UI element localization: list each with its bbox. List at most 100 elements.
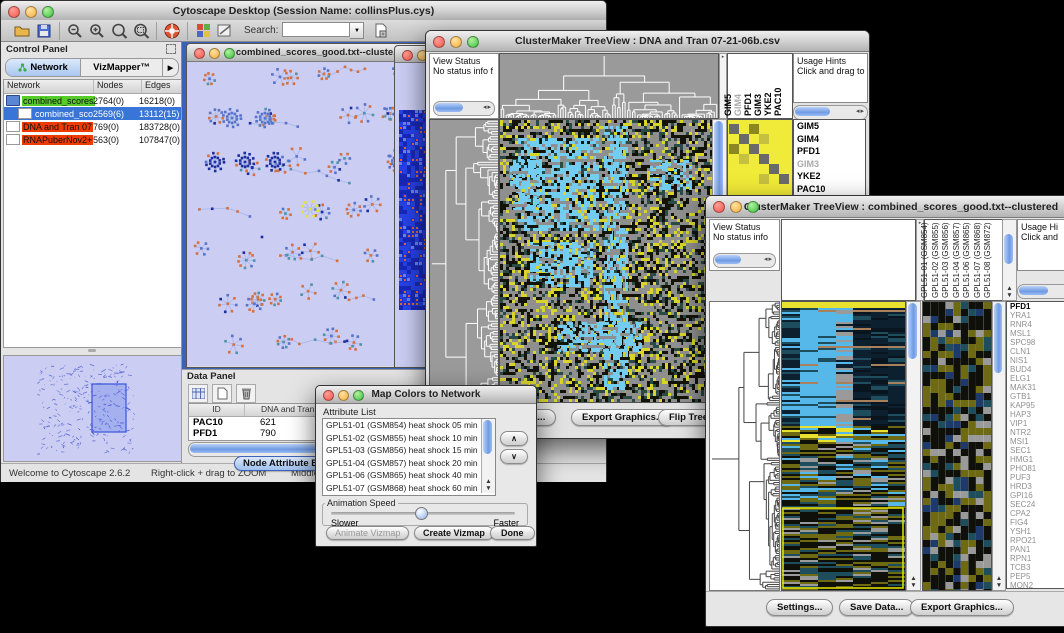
attribute-list-item[interactable]: GPL51-07 (GSM868) heat shock 60 min (323, 482, 495, 495)
zoom-selected-icon[interactable] (130, 21, 152, 41)
zoom-button[interactable] (467, 36, 479, 48)
mini-row-label[interactable]: GIM5 (797, 120, 865, 133)
gene-label[interactable]: FIG4 (1010, 518, 1064, 527)
row-dendrogram-2[interactable] (709, 301, 780, 591)
column-label[interactable]: GPL51-02 (GSM855) (931, 222, 940, 298)
mini-row-label[interactable]: GIM4 (797, 133, 865, 146)
column-labels-vscrollbar[interactable]: ▲▼ (1002, 219, 1017, 301)
gene-label[interactable]: PEP5 (1010, 572, 1064, 581)
column-label[interactable]: GPL51-08 (GSM872) (983, 222, 992, 298)
close-button[interactable] (194, 48, 205, 59)
heatmap-zoom-2[interactable] (922, 301, 992, 591)
column-label[interactable]: PAC10 (773, 88, 783, 116)
zoom-button[interactable] (224, 48, 235, 59)
open-file-icon[interactable] (11, 21, 33, 41)
tab-network[interactable]: Network (6, 59, 81, 76)
zoom-fit-icon[interactable] (108, 21, 130, 41)
gene-label[interactable]: HMG1 (1010, 455, 1064, 464)
gene-label[interactable]: HAP3 (1010, 410, 1064, 419)
search-input[interactable] (282, 22, 350, 37)
network-overview[interactable] (3, 355, 182, 462)
treeview1-titlebar[interactable]: ClusterMaker TreeView : DNA and Tran 07-… (426, 31, 869, 52)
animate-vizmap-button[interactable]: Animate Vizmap (326, 526, 409, 540)
close-button[interactable] (433, 36, 445, 48)
gene-label[interactable]: PFD1 (1010, 302, 1064, 311)
attribute-list-vscrollbar[interactable]: ▲▼ (481, 419, 495, 493)
gene-label[interactable]: YRA1 (1010, 311, 1064, 320)
dialog-titlebar[interactable]: Map Colors to Network (316, 386, 536, 404)
gene-label[interactable]: MON2 (1010, 581, 1064, 589)
gene-label[interactable]: GTB1 (1010, 392, 1064, 401)
gene-label[interactable]: CLN1 (1010, 347, 1064, 356)
labels-hscrollbar[interactable]: ◂▸ (793, 105, 868, 120)
mini-row-label[interactable]: YKE2 (797, 170, 865, 183)
gene-label[interactable]: CPA2 (1010, 509, 1064, 518)
treeview2-titlebar[interactable]: ClusterMaker TreeView : combined_scores_… (706, 196, 1064, 218)
column-dendrogram[interactable] (499, 53, 719, 119)
create-vizmap-button[interactable]: Create Vizmap (414, 526, 494, 540)
gene-label[interactable]: MSI1 (1010, 437, 1064, 446)
heatmap-global[interactable] (499, 119, 713, 403)
attribute-list-item[interactable]: GPL51-01 (GSM854) heat shock 05 min (323, 419, 495, 432)
mini-row-label[interactable]: PFD1 (797, 145, 865, 158)
network-list-row[interactable]: DNA and Tran 07769(0)183728(0) (4, 120, 181, 133)
mini-row-label[interactable]: GIM3 (797, 158, 865, 171)
row-dendrogram[interactable] (429, 119, 499, 403)
close-button[interactable] (713, 201, 725, 213)
minimize-button[interactable] (730, 201, 742, 213)
minimize-button[interactable] (338, 390, 349, 401)
settings-button[interactable]: Settings... (766, 599, 833, 616)
mini-heatmap[interactable] (727, 119, 793, 199)
minimize-button[interactable] (25, 6, 37, 18)
minimize-button[interactable] (209, 48, 220, 59)
gene-label[interactable]: PAN1 (1010, 545, 1064, 554)
mini-row-label[interactable]: PAC10 (797, 183, 865, 196)
attribute-file-icon[interactable] (370, 21, 392, 41)
help-lifering-icon[interactable] (161, 21, 183, 41)
view-status-hscrollbar[interactable]: ◂▸ (433, 101, 495, 116)
heatmap-global-2[interactable] (781, 301, 906, 591)
gene-label[interactable]: RPN1 (1010, 554, 1064, 563)
attribute-list-item[interactable]: GPL51-04 (GSM857) heat shock 20 min (323, 457, 495, 470)
tab-more-arrow[interactable]: ▶ (163, 59, 178, 76)
column-label[interactable]: GIM4 (733, 94, 743, 116)
close-button[interactable] (8, 6, 20, 18)
gene-label[interactable]: TCB3 (1010, 563, 1064, 572)
gene-label[interactable]: PUF3 (1010, 473, 1064, 482)
zoom-vscrollbar-2[interactable]: ▲▼ (992, 301, 1006, 591)
id-column-header[interactable]: ID (189, 404, 245, 416)
vizmapper-icon[interactable] (192, 21, 214, 41)
zoom-button[interactable] (353, 390, 364, 401)
save-data-button[interactable]: Save Data... (839, 599, 914, 616)
close-button[interactable] (323, 390, 334, 401)
close-button[interactable] (402, 50, 413, 61)
gene-label[interactable]: PHO81 (1010, 464, 1064, 473)
gene-label[interactable]: NTR2 (1010, 428, 1064, 437)
gene-label[interactable]: MAK31 (1010, 383, 1064, 392)
gene-label[interactable]: SEC1 (1010, 446, 1064, 455)
zoom-button[interactable] (42, 6, 54, 18)
column-label[interactable]: GPL51-03 (GSM856) (941, 222, 950, 298)
gene-label[interactable]: SPC98 (1010, 338, 1064, 347)
network-list-row[interactable]: combined_scores2764(0)16218(0) (4, 94, 181, 107)
network-list-row[interactable]: combined_sco2569(6)13112(15) (4, 107, 181, 120)
gene-label[interactable]: NIS1 (1010, 356, 1064, 365)
move-down-button[interactable]: ∨ (500, 449, 528, 464)
done-button[interactable]: Done (490, 526, 535, 540)
column-label[interactable]: GIM5 (723, 94, 733, 116)
search-dropdown-arrow[interactable]: ▼ (350, 22, 364, 39)
column-label[interactable]: YKE2 (763, 92, 773, 116)
gene-label[interactable]: RNR4 (1010, 320, 1064, 329)
gene-label[interactable]: GPI16 (1010, 491, 1064, 500)
gene-label[interactable]: BUD4 (1010, 365, 1064, 374)
column-label[interactable]: GPL51-07 (GSM868) (973, 222, 982, 298)
zoom-in-icon[interactable] (86, 21, 108, 41)
gene-label[interactable]: HRD3 (1010, 482, 1064, 491)
delete-trash-icon[interactable] (236, 384, 256, 403)
gene-label[interactable]: VIP1 (1010, 419, 1064, 428)
column-label[interactable]: GPL51-01 (GSM854) (920, 222, 929, 298)
table-icon[interactable] (188, 384, 208, 403)
gene-label[interactable]: ELG1 (1010, 374, 1064, 383)
zoom-button[interactable] (747, 201, 759, 213)
float-panel-icon[interactable] (166, 44, 176, 54)
